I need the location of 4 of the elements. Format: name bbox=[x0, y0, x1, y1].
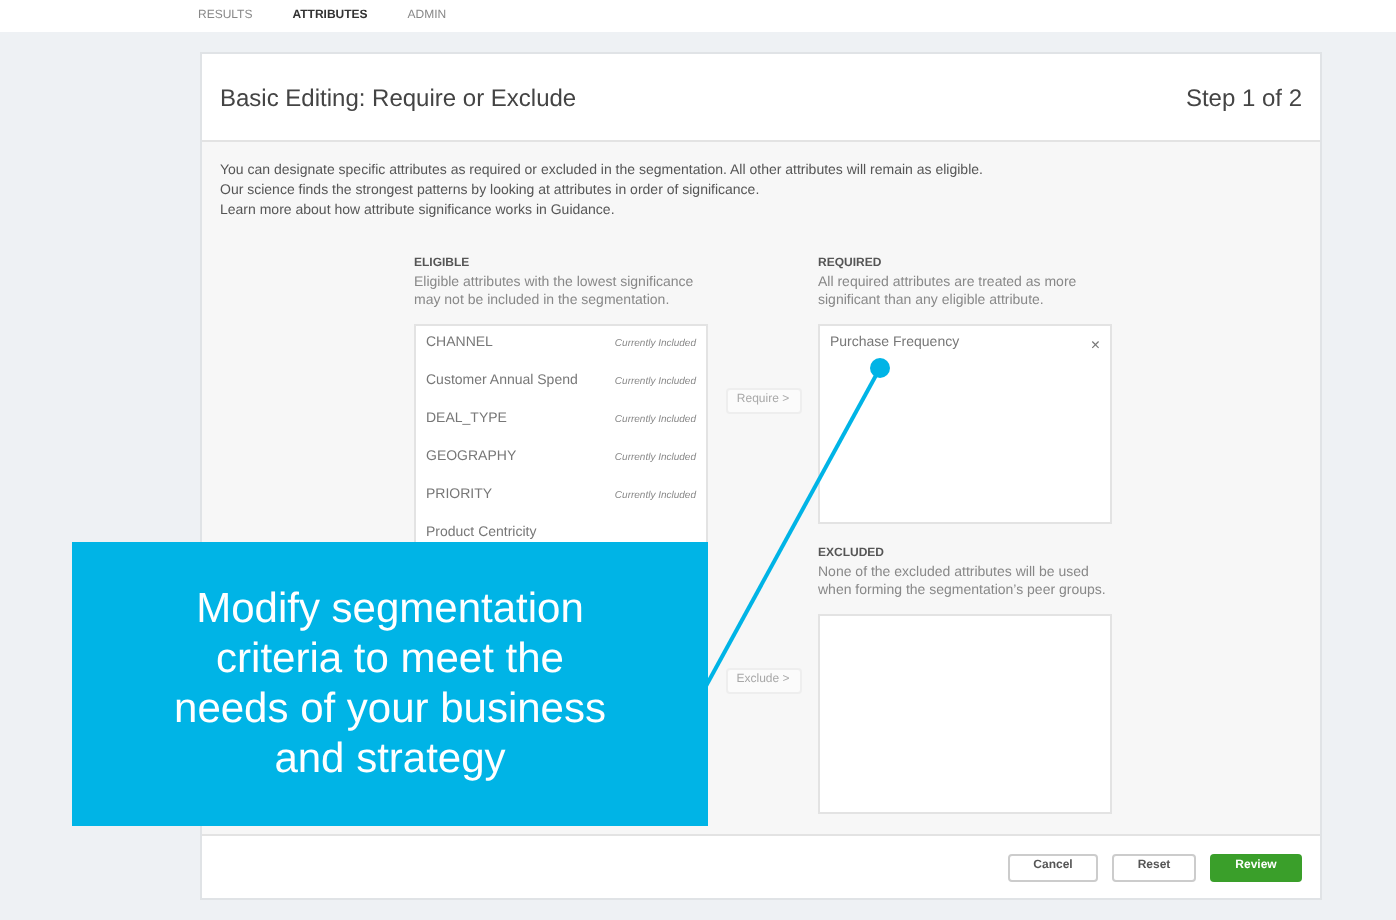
dialog-title: Basic Editing: Require or Exclude bbox=[220, 81, 577, 115]
remove-button[interactable]: × bbox=[1090, 337, 1100, 353]
callout-banner: Modify segmentation criteria to meet the needs of your business and strategy bbox=[72, 542, 708, 826]
step-indicator: Step 1 of 2 bbox=[1185, 81, 1302, 115]
